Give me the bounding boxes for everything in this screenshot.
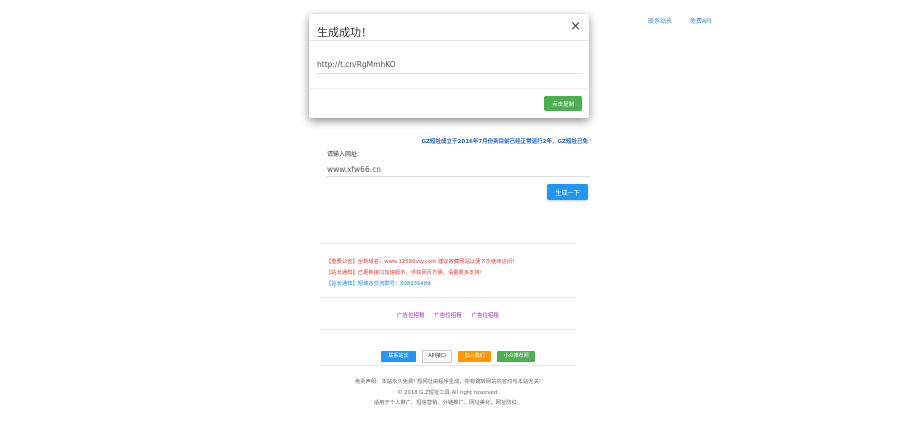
top-links: 联系站长 免费API [648,16,727,25]
link-underline [315,73,583,74]
divider [320,329,576,330]
contact-link[interactable]: 联系站长 [648,18,672,25]
divider [320,297,576,298]
ad-link[interactable]: 广告位招租 [472,313,500,319]
contact-button[interactable]: 联系站长 [381,351,416,362]
generate-button[interactable]: 生成一下 [547,184,588,200]
copyright-text: © 2018 G.Z短址工具 All right reserved. [397,389,499,396]
action-buttons: 联系站长 API接口 加入我们 小众推荐网 [381,342,536,363]
announcement-item: 【重要公告】全新域名：www.12580sky.com 建议收藏网站以便下次继续… [326,259,518,265]
modal-divider [309,40,589,41]
modal-divider [309,88,589,89]
announcement-item: 【站长通知】已更新接口加速服务，浮获网页方便，请量更多支持！ [326,270,485,276]
api-link[interactable]: 免费API [690,18,712,25]
recommend-button[interactable]: 小众推荐网 [497,351,536,362]
marquee-notice: GZ短址成立于2016年7月份到目前已经正常运行2年，GZ短址已免 [421,139,588,145]
copy-button[interactable]: 点击复制 [544,96,582,111]
close-icon[interactable]: × [570,20,581,34]
ad-slots: 广告位招租 广告位招租 广告位招租 [320,311,576,319]
ad-link[interactable]: 广告位招租 [397,313,425,319]
usage-text: 适用于个人推广、短信营销、外链推广、网址美化、网址防红。 [373,400,523,406]
modal-title: 生成成功！ [317,26,372,39]
disclaimer-text: 免责声明：本站永久免费! 短网址由程序生成，所有跳转网站内容均与本站无关! [354,379,542,385]
announcement-list: 【重要公告】全新域名：www.12580sky.com 建议收藏网站以便下次继续… [326,257,517,290]
api-button[interactable]: API接口 [422,350,453,363]
divider [320,365,576,366]
url-input[interactable] [326,162,590,177]
url-label: 请输入网址: [327,151,360,158]
footer: 免责声明：本站永久免费! 短网址由程序生成，所有跳转网站内容均与本站无关! © … [320,377,576,409]
join-button[interactable]: 加入我们 [458,351,492,362]
ad-link[interactable]: 广告位招租 [434,313,462,319]
announcement-item: 【站长通知】短域名交流群号：808335489 [326,281,431,287]
short-link-text[interactable]: http://t.cn/RgMmhKO [317,60,396,69]
divider [320,243,576,244]
success-modal: 生成成功！ × http://t.cn/RgMmhKO 点击复制 [309,14,589,118]
